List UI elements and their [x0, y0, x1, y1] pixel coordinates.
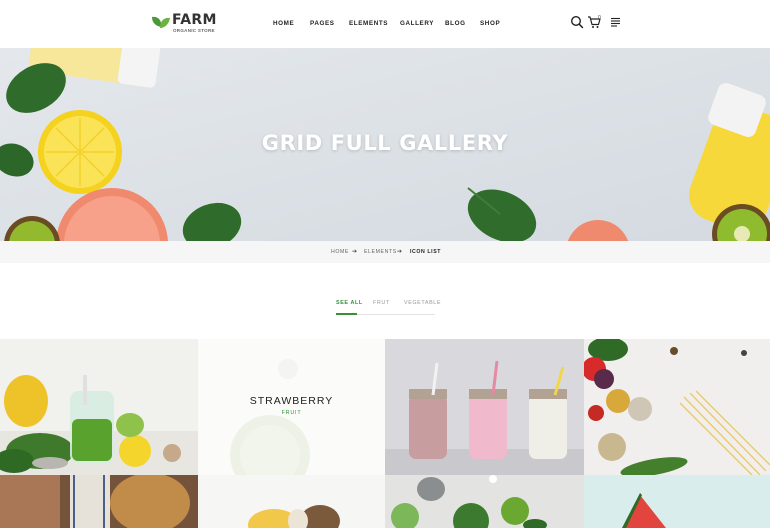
breadcrumb-current: ICON LIST	[410, 249, 442, 255]
spices-pasta-image	[584, 339, 770, 475]
arrow-right-icon: ➔	[352, 249, 358, 255]
smoothie-image	[0, 339, 198, 475]
gallery-item-bread[interactable]	[0, 475, 198, 528]
filter-active-indicator	[336, 313, 357, 315]
nav-home[interactable]: HOME	[273, 20, 294, 27]
menu-icon[interactable]	[609, 15, 623, 29]
logo-text: FARM	[172, 12, 217, 28]
stones-fruit-image	[385, 475, 584, 528]
nav-pages[interactable]: PAGES	[310, 20, 335, 27]
breadcrumb-elements[interactable]: ELEMENTS	[364, 249, 397, 255]
filter-vegetable[interactable]: VEGETABLE	[404, 300, 441, 306]
filter-see-all[interactable]: SEE ALL	[336, 300, 363, 306]
gallery-item-stones[interactable]	[385, 475, 584, 528]
nav-gallery[interactable]: GALLERY	[400, 20, 434, 27]
search-icon[interactable]	[570, 15, 584, 29]
nav-shop[interactable]: SHOP	[480, 20, 500, 27]
hero-title: GRID FULL GALLERY	[261, 131, 509, 155]
gallery-item-category: FRUIT	[281, 410, 302, 416]
gallery-grid: STRAWBERRY FRUIT	[0, 339, 770, 528]
site-header: FARM ORGANIC STORE HOME PAGES ELEMENTS G…	[0, 0, 770, 48]
gallery-filters: SEE ALL FRUT VEGETABLE	[336, 300, 440, 318]
nav-elements[interactable]: ELEMENTS	[349, 20, 388, 27]
watermelon-image	[584, 475, 770, 528]
hero-banner: GRID FULL GALLERY	[0, 48, 770, 241]
gallery-item-pineapple[interactable]	[198, 475, 385, 528]
milkshake-jars-image	[385, 339, 584, 475]
cart-count: 0	[598, 15, 601, 21]
gallery-item-title: STRAWBERRY	[249, 395, 334, 407]
gallery-item-milkshakes[interactable]	[385, 339, 584, 475]
pineapple-coconut-image	[198, 475, 385, 528]
gallery-item-spices[interactable]	[584, 339, 770, 475]
gallery-item-strawberry[interactable]: STRAWBERRY FRUIT	[198, 339, 385, 475]
bread-cloth-image	[0, 475, 198, 528]
logo[interactable]: FARM ORGANIC STORE	[150, 11, 220, 37]
strawberry-image-faded	[198, 339, 385, 475]
logo-tagline: ORGANIC STORE	[173, 28, 215, 33]
gallery-item-smoothie[interactable]	[0, 339, 198, 475]
gallery-item-watermelon[interactable]	[584, 475, 770, 528]
filter-frut[interactable]: FRUT	[373, 300, 390, 306]
breadcrumb-home[interactable]: HOME	[331, 249, 349, 255]
leaf-icon	[152, 16, 170, 28]
arrow-right-icon: ➔	[397, 249, 403, 255]
nav-blog[interactable]: BLOG	[445, 20, 466, 27]
